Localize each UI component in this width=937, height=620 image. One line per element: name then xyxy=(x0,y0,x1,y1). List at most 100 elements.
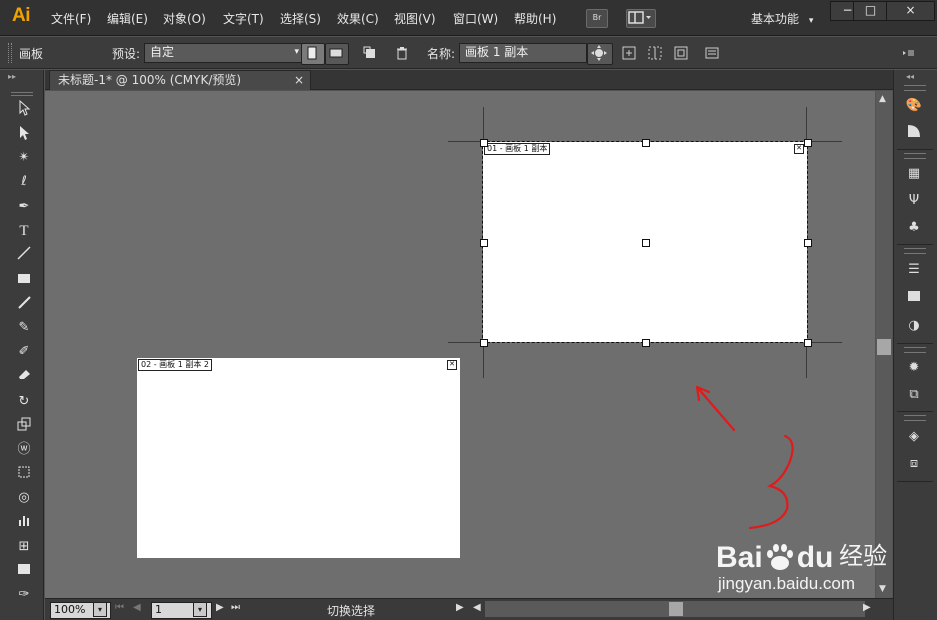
eyedropper-tool-icon[interactable]: ✑ xyxy=(14,585,34,605)
document-tab[interactable]: 未标题-1* @ 100% (CMYK/预览) × xyxy=(49,70,311,90)
gradient-panel-icon[interactable] xyxy=(904,288,924,308)
warp-tool-icon[interactable]: ⓦ xyxy=(14,440,34,460)
graphic-styles-icon[interactable]: ⧉ xyxy=(904,385,924,405)
artboard-name-input[interactable]: 画板 1 副本 xyxy=(459,43,587,63)
close-button[interactable]: × xyxy=(886,1,935,21)
chevron-down-icon: ▾ xyxy=(808,16,814,26)
panel-group-grip[interactable] xyxy=(904,347,926,353)
portrait-button[interactable] xyxy=(301,43,325,65)
symbols-icon[interactable]: ♣ xyxy=(904,218,924,238)
artboard-dropdown-icon[interactable]: ▾ xyxy=(193,602,207,617)
collapse-arrows-icon[interactable]: ◂◂ xyxy=(906,72,914,81)
move-icon xyxy=(591,45,607,61)
rotate-tool-icon[interactable]: ↻ xyxy=(14,392,34,412)
panel-grip[interactable] xyxy=(8,43,12,63)
last-artboard-icon[interactable]: ⏭ xyxy=(231,602,240,613)
panel-group-grip[interactable] xyxy=(904,85,926,91)
rectangle-tool-icon[interactable] xyxy=(14,270,34,290)
mesh-tool-icon[interactable]: ⊞ xyxy=(14,537,34,557)
zoom-dropdown-icon[interactable]: ▾ xyxy=(93,602,107,617)
panel-menu-icon[interactable] xyxy=(900,45,916,61)
delete-artboard-icon[interactable] xyxy=(394,45,410,61)
shape-builder-tool-icon[interactable]: ◎ xyxy=(14,488,34,508)
menu-file[interactable]: 文件(F) xyxy=(51,10,91,27)
arrange-documents-button[interactable] xyxy=(626,9,656,28)
panel-group-grip[interactable] xyxy=(904,153,926,159)
pen-tool-icon[interactable]: ✒ xyxy=(14,197,34,217)
menu-effect[interactable]: 效果(C) xyxy=(337,10,379,27)
menu-select[interactable]: 选择(S) xyxy=(280,10,321,27)
new-artboard-icon[interactable] xyxy=(362,45,378,61)
direct-selection-tool-icon[interactable] xyxy=(14,125,34,145)
menu-edit[interactable]: 编辑(E) xyxy=(107,10,148,27)
status-menu-icon[interactable]: ▶ xyxy=(456,602,464,613)
workspace-switcher[interactable]: 基本功能 ▾ xyxy=(751,10,813,27)
artboard-options-icon[interactable] xyxy=(704,45,720,61)
previous-artboard-icon[interactable]: ◀ xyxy=(133,602,141,613)
appearance-icon[interactable]: ✹ xyxy=(904,358,924,378)
paw-icon xyxy=(763,542,797,572)
maximize-button[interactable]: □ xyxy=(853,1,888,21)
scroll-left-icon[interactable]: ◀ xyxy=(473,602,481,613)
show-safe-area-icon[interactable] xyxy=(673,45,689,61)
free-transform-tool-icon[interactable] xyxy=(14,464,34,484)
next-artboard-icon[interactable]: ▶ xyxy=(216,602,224,613)
stroke-icon[interactable]: ☰ xyxy=(904,260,924,280)
scroll-up-icon[interactable]: ▲ xyxy=(879,94,886,104)
watermark-brand: Bai xyxy=(716,541,763,574)
horizontal-scrollbar[interactable] xyxy=(485,601,865,617)
graph-tool-icon[interactable] xyxy=(14,512,34,532)
layers-icon[interactable]: ◈ xyxy=(904,427,924,447)
preset-dropdown[interactable]: 自定 ▾ xyxy=(144,43,303,63)
menu-type[interactable]: 文字(T) xyxy=(223,10,264,27)
color-guide-icon[interactable]: 🎨 xyxy=(904,96,924,116)
menu-view[interactable]: 视图(V) xyxy=(394,10,436,27)
panel-group-grip[interactable] xyxy=(904,415,926,421)
menu-window[interactable]: 窗口(W) xyxy=(453,10,498,27)
type-tool-icon[interactable]: T xyxy=(14,221,34,241)
panel-separator xyxy=(897,244,933,245)
color-panel-icon[interactable] xyxy=(904,123,924,143)
magic-wand-tool-icon[interactable]: ✴ xyxy=(14,148,34,168)
horizontal-scroll-thumb[interactable] xyxy=(669,602,683,616)
paintbrush-tool-icon[interactable] xyxy=(14,294,34,314)
panel-group-grip[interactable] xyxy=(904,248,926,254)
tab-close-icon[interactable]: × xyxy=(294,71,304,90)
swatches-icon[interactable]: ▦ xyxy=(904,164,924,184)
panel-separator xyxy=(897,343,933,344)
status-bar: 100% ▾ ⏮ ◀ 1 ▾ ▶ ⏭ 切换选择 ▶ ◀ ▶ xyxy=(45,598,893,620)
watermark-url: jingyan.baidu.com xyxy=(718,574,856,593)
brushes-icon[interactable]: Ψ xyxy=(904,191,924,211)
panel-separator xyxy=(897,481,933,482)
lasso-tool-icon[interactable]: ℓ xyxy=(14,172,34,192)
show-cross-hairs-icon[interactable] xyxy=(647,45,663,61)
menu-object[interactable]: 对象(O) xyxy=(163,10,206,27)
transparency-icon[interactable]: ◑ xyxy=(904,316,924,336)
blob-brush-tool-icon[interactable]: ✐ xyxy=(14,342,34,362)
panel-separator xyxy=(897,411,933,412)
gradient-tool-icon[interactable] xyxy=(14,561,34,581)
bridge-button[interactable]: Br xyxy=(586,9,608,28)
scale-tool-icon[interactable] xyxy=(14,416,34,436)
menu-help[interactable]: 帮助(H) xyxy=(514,10,556,27)
landscape-button[interactable] xyxy=(325,43,349,65)
eraser-tool-icon[interactable] xyxy=(14,366,34,386)
line-tool-icon[interactable] xyxy=(14,245,34,265)
toolbar-grip[interactable] xyxy=(11,92,33,96)
document-tab-title: 未标题-1* @ 100% (CMYK/预览) xyxy=(58,73,242,87)
watermark-brand-suffix: du xyxy=(796,541,834,574)
scroll-right-icon[interactable]: ▶ xyxy=(863,602,871,613)
selection-tool-icon[interactable] xyxy=(14,99,34,120)
move-artwork-button[interactable] xyxy=(587,43,613,65)
preset-label: 预设: xyxy=(112,47,141,61)
show-center-mark-icon[interactable] xyxy=(621,45,637,61)
artboards-panel-icon[interactable]: ⧈ xyxy=(904,454,924,474)
collapse-arrows-icon[interactable]: ▸▸ xyxy=(8,72,16,81)
pencil-tool-icon[interactable]: ✎ xyxy=(14,318,34,338)
panel-dock: ◂◂ 🎨 ▦ Ψ ♣ ☰ ◑ ✹ ⧉ ◈ ⧈ xyxy=(893,70,937,620)
first-artboard-icon[interactable]: ⏮ xyxy=(115,602,124,613)
vertical-scroll-thumb[interactable] xyxy=(877,339,891,355)
landscape-icon xyxy=(329,48,343,58)
canvas[interactable]: 01 - 画板 1 副本 ✕ 02 - 画板 1 副本 2 ✕ xyxy=(45,91,875,598)
watermark-site: 经验 xyxy=(839,542,888,570)
